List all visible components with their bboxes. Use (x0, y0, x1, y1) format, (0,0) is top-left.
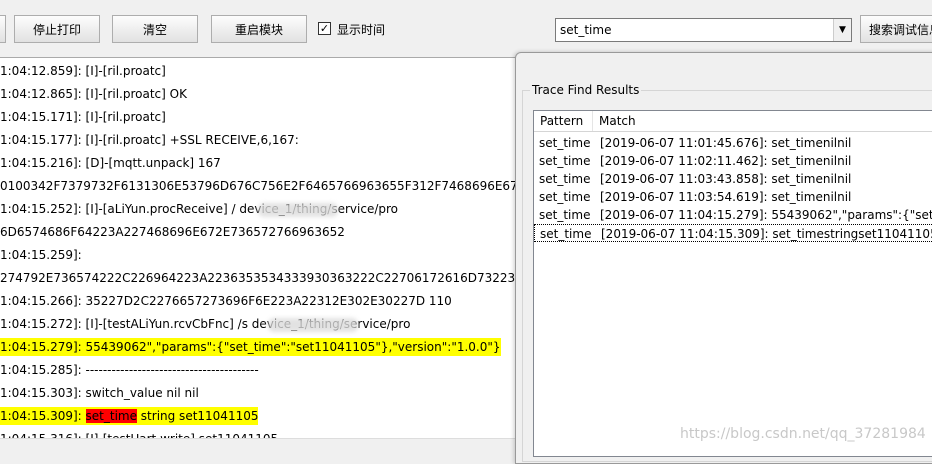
log-line: 1:04:15.266]: 35227D2C2276657273696F6E22… (0, 294, 452, 308)
partial-button[interactable] (0, 15, 6, 43)
log-line-highlighted: 1:04:15.279]: 55439062","params":{"set_t… (0, 338, 501, 356)
list-item[interactable]: set_time [2019-06-07 11:02:11.462]: set_t… (534, 152, 932, 170)
log-line: 1:04:15.177]: [I]-[ril.proatc] +SSL RECE… (0, 133, 299, 147)
log-scrollbar[interactable] (0, 438, 515, 454)
log-line: 1:04:15.285]: --------------------------… (0, 363, 259, 377)
match-highlight: set_time (85, 409, 137, 423)
list-header: Pattern Match (534, 111, 932, 132)
log-line: 1:04:12.859]: [I]-[ril.proatc] (0, 64, 166, 78)
log-line: 1:04:15.171]: [I]-[ril.proatc] (0, 110, 166, 124)
chevron-down-icon[interactable]: ▼ (833, 19, 851, 41)
log-line: 1:04:15.259]: (0, 248, 82, 262)
toolbar: 停止打印 清空 重启模块 ✓ 显示时间 set_time ▼ 搜索调试信息 (0, 0, 932, 56)
log-line: 1:04:15.216]: [D]-[mqtt.unpack] 167 (0, 156, 221, 170)
list-item[interactable]: set_time [2019-06-07 11:04:15.279]: 55439… (534, 206, 932, 224)
redacted-blur (268, 318, 358, 332)
log-line: 274792E736574222C226964223A2236353534333… (0, 271, 530, 285)
log-line: 1:04:12.865]: [I]-[ril.proatc] OK (0, 87, 187, 101)
log-output[interactable]: 1:04:12.859]: [I]-[ril.proatc] 1:04:12.8… (0, 57, 530, 454)
clear-button[interactable]: 清空 (112, 15, 198, 43)
log-line: 1:04:15.303]: switch_value nil nil (0, 386, 199, 400)
search-debug-button[interactable]: 搜索调试信息 (860, 15, 932, 43)
log-line: 0100342F7379732F6131306E53796D676C756E2F… (0, 179, 530, 193)
show-time-checkbox[interactable]: ✓ (318, 22, 331, 35)
log-line-highlighted: 1:04:15.309]: set_time string set1104110… (0, 407, 259, 425)
show-time-label: 显示时间 (337, 23, 386, 37)
column-header-match[interactable]: Match (593, 111, 932, 131)
watermark: https://blog.csdn.net/qq_37281984 (680, 426, 926, 442)
list-item[interactable]: set_time [2019-06-07 11:01:45.676]: set_t… (534, 134, 932, 152)
log-line: 1:04:15.252]: [I]-[aLiYun.procReceive] /… (0, 202, 399, 216)
list-item[interactable]: set_time [2019-06-07 11:03:43.858]: set_t… (534, 170, 932, 188)
redacted-blur (258, 203, 338, 217)
list-item[interactable]: set_time [2019-06-07 11:03:54.619]: set_t… (534, 188, 932, 206)
search-value: set_time (560, 23, 612, 37)
group-title: Trace Find Results (530, 83, 642, 97)
search-combobox[interactable]: set_time ▼ (555, 18, 852, 42)
list-item-selected[interactable]: set_time [2019-06-07 11:04:15.309]: set_t… (534, 224, 932, 242)
results-list[interactable]: Pattern Match set_time [2019-06-07 11:01:… (533, 110, 932, 457)
restart-module-button[interactable]: 重启模块 (211, 15, 307, 43)
log-line: 6D6574686F64223A227468696E672E7365727669… (0, 225, 345, 239)
column-header-pattern[interactable]: Pattern (534, 111, 593, 131)
stop-print-button[interactable]: 停止打印 (14, 15, 100, 43)
